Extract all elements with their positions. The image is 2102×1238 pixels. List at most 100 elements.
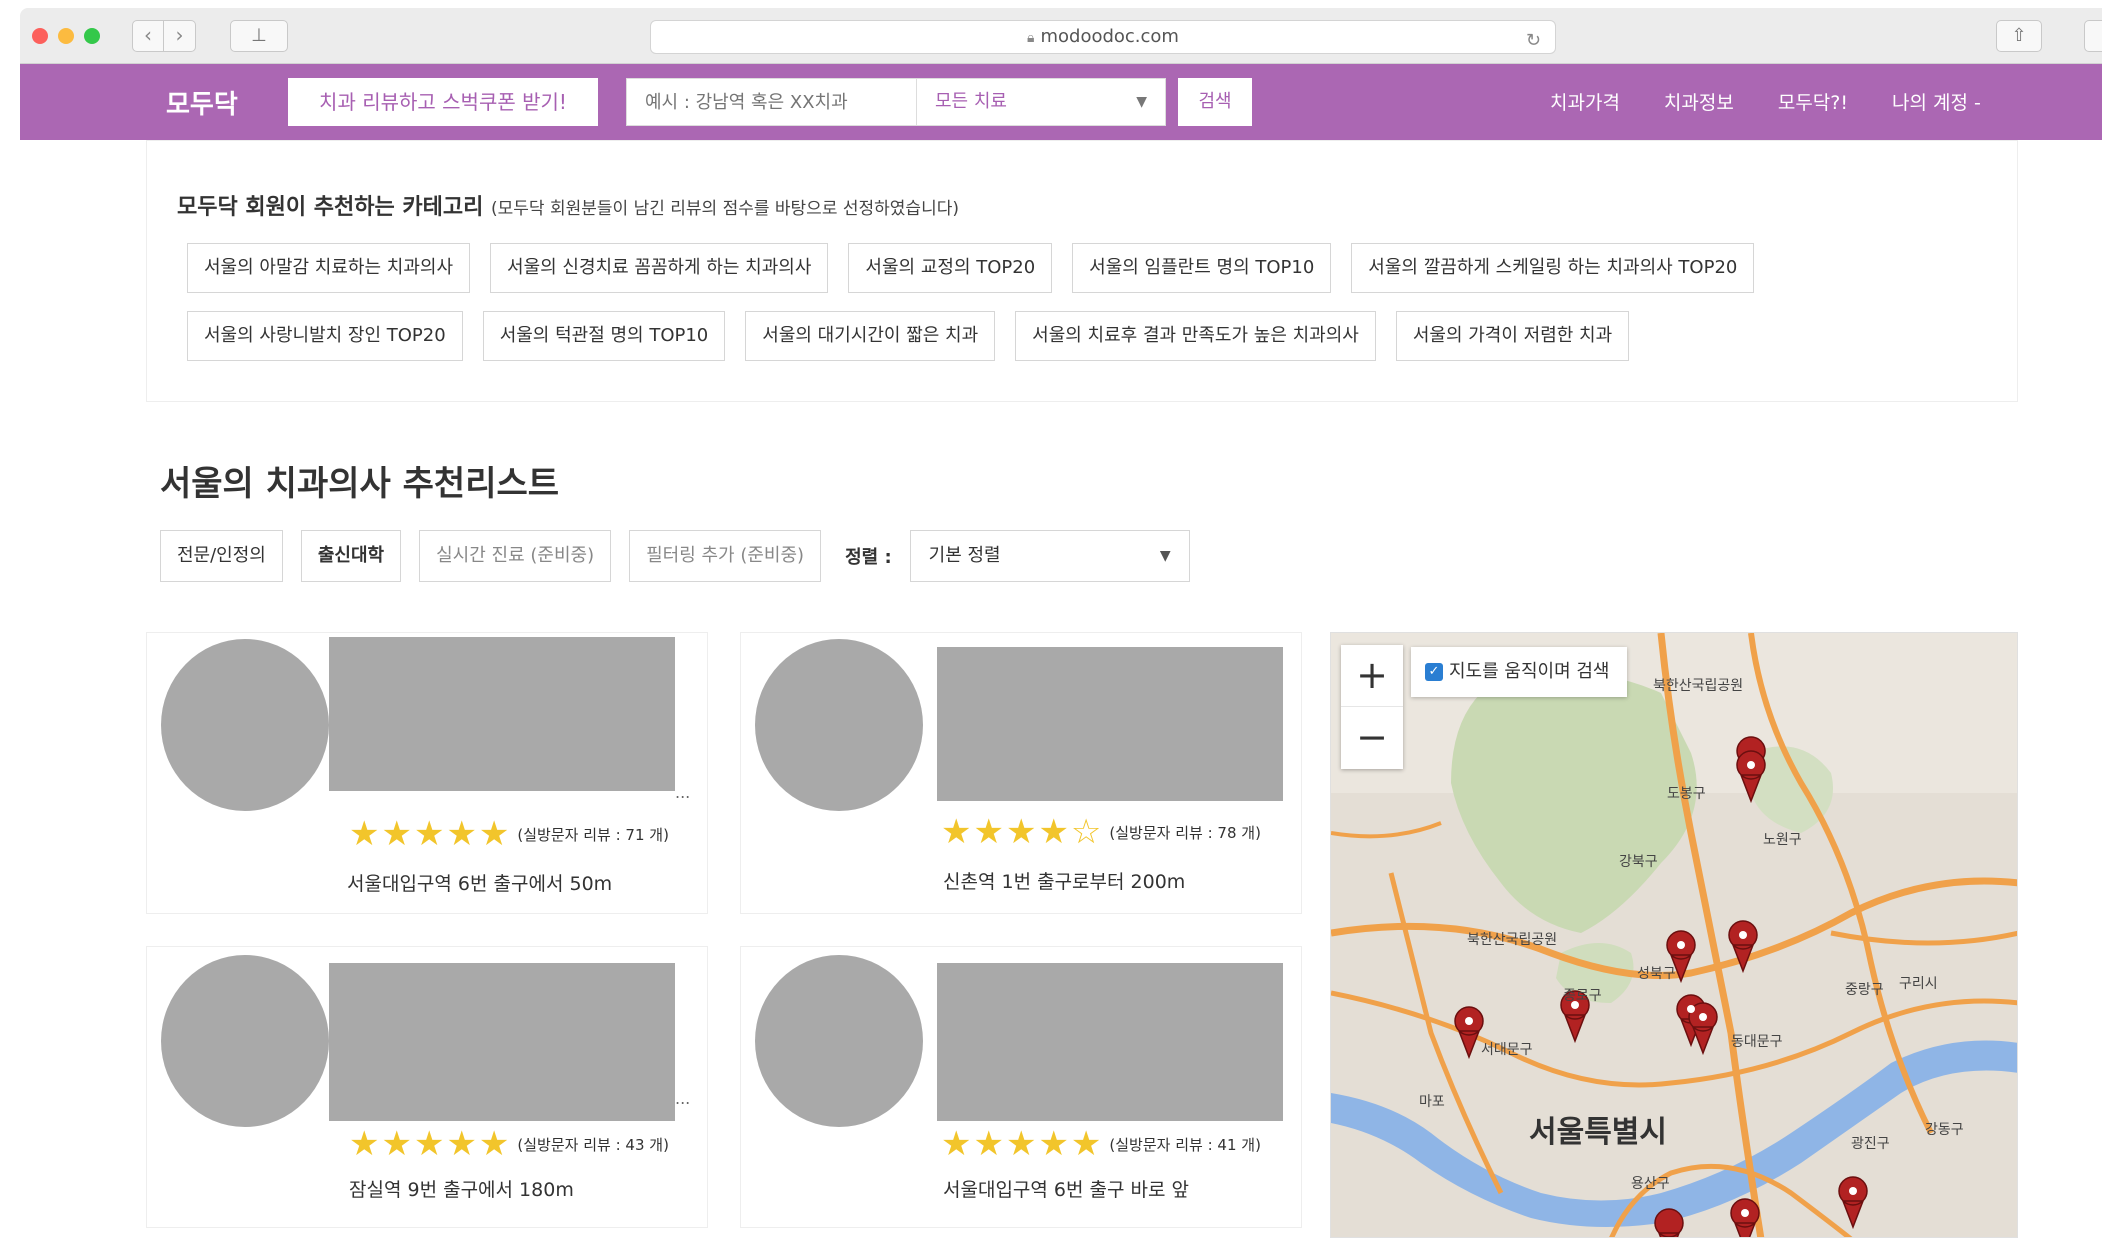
nav-dental-price[interactable]: 치과가격 <box>1550 88 1620 115</box>
sidebar-toggle-button[interactable]: ⊥ <box>230 20 288 52</box>
browser-toolbar: ‹ › ⊥ 🔒︎ modoodoc.com ↻ ⇧ <box>20 8 2102 64</box>
top-nav: 치과가격 치과정보 모두닥?! 나의 계정 - <box>1550 88 1981 115</box>
reload-icon[interactable]: ↻ <box>1526 25 1541 57</box>
category-chip[interactable]: 서울의 사랑니발치 장인 TOP20 <box>187 311 463 361</box>
category-chip[interactable]: 서울의 신경치료 꼼꼼하게 하는 치과의사 <box>490 243 829 293</box>
category-chip[interactable]: 서울의 임플란트 명의 TOP10 <box>1072 243 1332 293</box>
zoom-window-button[interactable] <box>84 28 100 44</box>
site-header: 모두닥 치과 리뷰하고 스벅쿠폰 받기! 모든 치료 ▼ 검색 치과가격 치과정… <box>20 64 2102 140</box>
map-label: 종로구 <box>1563 988 1602 1004</box>
subway-distance: 서울대입구역 6번 출구에서 50m <box>347 873 613 895</box>
truncation-ellipsis: ... <box>675 783 691 802</box>
category-chip[interactable]: 서울의 대기시간이 짧은 치과 <box>745 311 996 361</box>
review-count: (실방문자 리뷰 : 41 개) <box>1109 1135 1261 1154</box>
promo-review-button[interactable]: 치과 리뷰하고 스벅쿠폰 받기! <box>288 78 598 126</box>
map-canvas <box>1331 633 2017 1237</box>
chevron-right-icon: › <box>175 23 184 47</box>
star-rating-icon: ★★★★★ <box>941 1124 1104 1164</box>
search-input[interactable] <box>626 78 926 126</box>
rating: ★★★★★ (실방문자 리뷰 : 41 개) <box>941 1127 1261 1161</box>
address-bar[interactable]: 🔒︎ modoodoc.com ↻ <box>650 20 1556 54</box>
map-label: 마포 <box>1419 1094 1445 1110</box>
rating: ★★★★★ (실방문자 리뷰 : 43 개) <box>349 1127 669 1161</box>
share-button[interactable]: ⇧ <box>1996 20 2042 52</box>
dentist-avatar <box>755 955 923 1127</box>
map-label: 구리시 <box>1899 976 1938 992</box>
map-label: 동대문구 <box>1731 1034 1783 1050</box>
map-label: 강동구 <box>1925 1122 1964 1138</box>
close-window-button[interactable] <box>32 28 48 44</box>
star-rating-icon: ★★★★★ <box>349 814 512 854</box>
dentist-card[interactable]: ★★★★★ (실방문자 리뷰 : 41 개) 서울대입구역 6번 출구 바로 앞 <box>740 946 1302 1228</box>
category-chip[interactable]: 서울의 아말감 치료하는 치과의사 <box>187 243 471 293</box>
zoom-out-button[interactable]: − <box>1341 707 1403 769</box>
treatment-select[interactable]: 모든 치료 ▼ <box>916 78 1166 126</box>
truncation-ellipsis: ... <box>675 1089 691 1108</box>
caret-down-icon: ▼ <box>1159 548 1171 564</box>
sort-select[interactable]: 기본 정렬 ▼ <box>909 530 1190 582</box>
url-text: modoodoc.com <box>1040 26 1179 47</box>
category-row-1: 서울의 아말감 치료하는 치과의사 서울의 신경치료 꼼꼼하게 하는 치과의사 … <box>187 243 1755 293</box>
map-label: 강북구 <box>1619 854 1658 870</box>
category-title-text: 모두닥 회원이 추천하는 카테고리 <box>177 195 484 220</box>
back-button[interactable]: ‹ <box>132 20 164 52</box>
map[interactable]: + − ✓ 지도를 움직이며 검색 북한산국립공원 도봉구 노원구 강북구 북한… <box>1330 632 2018 1238</box>
forward-button[interactable]: › <box>164 20 196 52</box>
dentist-card[interactable]: ... ★★★★★ (실방문자 리뷰 : 71 개) 서울대입구역 6번 출구에… <box>146 632 708 914</box>
map-label: 성북구 <box>1637 966 1676 982</box>
minimize-window-button[interactable] <box>58 28 74 44</box>
category-row-2: 서울의 사랑니발치 장인 TOP20 서울의 턱관절 명의 TOP10 서울의 … <box>187 311 1630 361</box>
sort-label: 정렬 : <box>845 547 892 568</box>
checkbox-checked-icon[interactable]: ✓ <box>1425 663 1443 681</box>
treatment-select-value: 모든 치료 <box>935 91 1007 112</box>
nav-dental-info[interactable]: 치과정보 <box>1664 88 1734 115</box>
dentist-avatar <box>161 639 329 811</box>
category-subtitle: (모두닥 회원분들이 남긴 리뷰의 점수를 바탕으로 선정하였습니다) <box>491 199 959 219</box>
sort-select-value: 기본 정렬 <box>928 545 1001 566</box>
site-logo[interactable]: 모두닥 <box>166 84 238 121</box>
move-search-toggle[interactable]: ✓ 지도를 움직이며 검색 <box>1411 647 1628 697</box>
caret-down-icon: ▼ <box>1136 94 1147 110</box>
star-rating-icon: ★★★★☆ <box>941 812 1104 852</box>
nav-about[interactable]: 모두닥?! <box>1778 88 1848 115</box>
category-chip[interactable]: 서울의 치료후 결과 만족도가 높은 치과의사 <box>1015 311 1376 361</box>
filter-realtime-button[interactable]: 실시간 진료 (준비중) <box>419 530 612 582</box>
rating: ★★★★☆ (실방문자 리뷰 : 78 개) <box>941 815 1261 849</box>
category-chip[interactable]: 서울의 턱관절 명의 TOP10 <box>482 311 726 361</box>
category-chip[interactable]: 서울의 깔끔하게 스케일링 하는 치과의사 TOP20 <box>1351 243 1755 293</box>
map-label: 노원구 <box>1763 832 1802 848</box>
dentist-info-placeholder <box>329 637 675 791</box>
map-label: 북한산국립공원 <box>1653 678 1744 694</box>
filter-specialist-button[interactable]: 전문/인정의 <box>160 530 283 582</box>
filter-row: 전문/인정의 출신대학 실시간 진료 (준비중) 필터링 추가 (준비중) 정렬… <box>160 530 1190 582</box>
review-count: (실방문자 리뷰 : 43 개) <box>517 1135 669 1154</box>
filter-add-button[interactable]: 필터링 추가 (준비중) <box>629 530 822 582</box>
zoom-in-button[interactable]: + <box>1341 645 1403 707</box>
list-title: 서울의 치과의사 추천리스트 <box>160 464 560 504</box>
rating: ★★★★★ (실방문자 리뷰 : 71 개) <box>349 817 669 851</box>
map-label: 광진구 <box>1851 1136 1890 1152</box>
move-search-label: 지도를 움직이며 검색 <box>1449 661 1610 682</box>
dentist-card[interactable]: ... ★★★★★ (실방문자 리뷰 : 43 개) 잠실역 9번 출구에서 1… <box>146 946 708 1228</box>
subway-distance: 신촌역 1번 출구로부터 200m <box>943 871 1186 893</box>
review-count: (실방문자 리뷰 : 71 개) <box>517 825 669 844</box>
filter-university-button[interactable]: 출신대학 <box>300 530 402 582</box>
sidebar-icon: ⊥ <box>251 25 267 46</box>
map-city-label: 서울특별시 <box>1529 1115 1667 1150</box>
share-icon: ⇧ <box>2011 25 2027 46</box>
search-button[interactable]: 검색 <box>1178 78 1252 126</box>
map-label: 서대문구 <box>1481 1042 1533 1058</box>
category-title: 모두닥 회원이 추천하는 카테고리 (모두닥 회원분들이 남긴 리뷰의 점수를 … <box>177 189 959 221</box>
category-chip[interactable]: 서울의 가격이 저렴한 치과 <box>1395 311 1630 361</box>
dentist-card[interactable]: ★★★★☆ (실방문자 리뷰 : 78 개) 신촌역 1번 출구로부터 200m <box>740 632 1302 914</box>
history-nav: ‹ › <box>132 20 196 52</box>
category-panel: 모두닥 회원이 추천하는 카테고리 (모두닥 회원분들이 남긴 리뷰의 점수를 … <box>146 140 2018 402</box>
subway-distance: 서울대입구역 6번 출구 바로 앞 <box>943 1179 1190 1201</box>
category-chip[interactable]: 서울의 교정의 TOP20 <box>848 243 1053 293</box>
dentist-avatar <box>755 639 923 811</box>
dentist-avatar <box>161 955 329 1127</box>
nav-my-account[interactable]: 나의 계정 - <box>1892 88 1981 115</box>
tabs-button[interactable] <box>2084 20 2102 52</box>
window-controls <box>32 28 100 44</box>
map-label: 북한산국립공원 <box>1467 932 1558 948</box>
